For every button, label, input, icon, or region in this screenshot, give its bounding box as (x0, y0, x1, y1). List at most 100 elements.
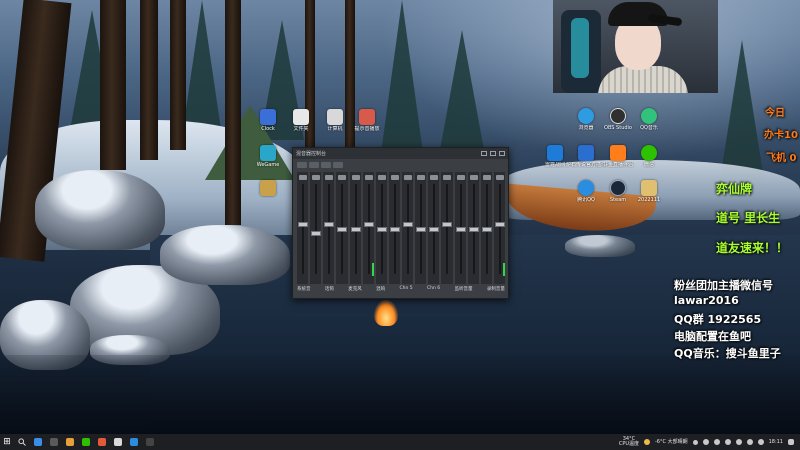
mixer-pan-knob[interactable] (299, 175, 307, 180)
mixer-toolbar (293, 159, 508, 171)
folder-icon (293, 109, 309, 125)
overlay-qq-music: QQ音乐：搜斗鱼里子 (674, 347, 781, 360)
mixer-pan-knob[interactable] (404, 175, 412, 180)
mixer-fader-track (328, 184, 331, 274)
mixer-fader-handle[interactable] (494, 222, 505, 228)
weather-text[interactable]: -6°C 大部晴朗 (655, 439, 688, 445)
desktop-icon-sound-player[interactable]: 提示音播放 (346, 109, 388, 132)
mixer-channel (388, 172, 400, 284)
douyu-icon (610, 145, 626, 161)
taskbar-app-button[interactable] (143, 436, 157, 448)
mixer-fader-handle[interactable] (298, 222, 308, 228)
mixer-toolbar-button[interactable] (309, 162, 319, 168)
notification-icon[interactable] (788, 439, 794, 445)
mixer-pan-knob[interactable] (469, 175, 478, 180)
shortcut-icon (260, 180, 276, 196)
mixer-pan-knob[interactable] (325, 175, 334, 180)
mixer-toolbar-button[interactable] (321, 162, 331, 168)
mixer-channel (297, 172, 309, 284)
taskbar-app-icon (130, 438, 138, 446)
mixer-channel (493, 172, 505, 284)
mixer-fader-handle[interactable] (389, 226, 400, 232)
mixer-pan-knob[interactable] (443, 175, 452, 180)
mixer-channel (375, 172, 387, 284)
minimize-icon[interactable] (481, 151, 487, 156)
mixer-channel-label: 混响 (376, 287, 386, 292)
mixer-channel-label: 录制音量 (486, 287, 505, 292)
mixer-titlebar[interactable]: 混音器控制台 (293, 148, 508, 159)
mixer-channel-label: 麦克风 (348, 287, 362, 292)
desktop-icon-label: WeGame (256, 162, 280, 168)
overlay-dao-name: 道号 里长生 (716, 211, 781, 225)
mixer-window[interactable]: 混音器控制台 系统音 话筒 麦克风 混响 Chn 5 Chn 6 监听音量 录制… (292, 147, 509, 299)
overlay-call-to-action: 道友速来！！ (716, 241, 789, 255)
mixer-fader-track (407, 184, 409, 274)
taskbar-search-icon[interactable] (15, 436, 29, 448)
mixer-pan-knob[interactable] (377, 175, 386, 180)
taskbar-app-button[interactable] (95, 436, 109, 448)
wallpaper-pine (440, 30, 484, 150)
mixer-pan-knob[interactable] (495, 175, 504, 180)
overlay-pc-config: 电脑配置在鱼吧 (674, 330, 751, 343)
mixer-fader-handle[interactable] (403, 222, 413, 228)
taskbar-app-button[interactable] (79, 436, 93, 448)
network-icon[interactable] (735, 439, 742, 445)
mixer-pan-knob[interactable] (456, 175, 465, 180)
taskbar-app-icon (114, 438, 122, 446)
taskbar-app-button[interactable] (47, 436, 61, 448)
mixer-fader-handle[interactable] (442, 222, 453, 228)
taskbar-app-button[interactable] (127, 436, 141, 448)
wallpaper-tree-trunk (140, 0, 158, 160)
taskbar-app-icon (82, 438, 90, 446)
clock-time[interactable]: 18:11 (769, 439, 783, 445)
taskbar-app-button[interactable] (63, 436, 77, 448)
mixer-fader-handle[interactable] (416, 226, 427, 232)
desktop-icon-qqmusic[interactable]: QQ音乐 (628, 108, 670, 131)
input-method-icon[interactable] (757, 439, 764, 445)
wallpaper-rock (160, 225, 290, 285)
cpu-temp-widget[interactable]: 34°C CPU温度 (619, 437, 639, 447)
mixer-channel-label: 监听音量 (454, 287, 473, 292)
mixer-fader-handle[interactable] (311, 230, 322, 236)
system-tray: 34°C CPU温度 -6°C 大部晴朗 18:11 (619, 434, 800, 450)
mixer-pan-knob[interactable] (364, 175, 373, 180)
maximize-icon[interactable] (490, 151, 496, 156)
mixer-toolbar-button[interactable] (333, 162, 343, 168)
mixer-channel (467, 172, 479, 284)
desktop-icon-wegame[interactable]: WeGame (247, 145, 289, 168)
desktop-icon-shortcut[interactable] (247, 180, 289, 197)
mixer-pan-knob[interactable] (430, 175, 439, 180)
mixer-fader-track (446, 184, 449, 274)
mixer-pan-knob[interactable] (390, 175, 399, 180)
webcam-overlay (553, 0, 718, 93)
cpu-temp-label: CPU温度 (618, 441, 639, 447)
mixer-pan-knob[interactable] (338, 175, 347, 180)
tray-app-icon[interactable] (713, 439, 720, 445)
mixer-fader-handle[interactable] (337, 226, 348, 232)
mixer-pan-knob[interactable] (351, 175, 360, 180)
mixer-pan-knob[interactable] (312, 175, 321, 180)
mixer-fader-handle[interactable] (481, 226, 492, 232)
volume-icon[interactable] (746, 439, 753, 445)
desktop-icon-folder-2022[interactable]: 2022111 (628, 180, 670, 203)
mixer-pan-knob[interactable] (482, 175, 491, 180)
mixer-toolbar-button[interactable] (297, 162, 307, 168)
mixer-fader-handle[interactable] (468, 226, 479, 232)
mixer-fader-handle[interactable] (429, 226, 440, 232)
mixer-pan-knob[interactable] (417, 175, 426, 180)
mixer-fader-handle[interactable] (324, 222, 335, 228)
mixer-channel-label: 系统音 (297, 287, 311, 292)
taskbar-app-button[interactable] (111, 436, 125, 448)
desktop-icon-wechat[interactable]: 微信 (628, 145, 670, 168)
mixer-channel (402, 172, 414, 284)
windows-start-icon[interactable]: ⊞ (0, 434, 14, 450)
close-icon[interactable] (499, 151, 505, 156)
mixer-fader-handle[interactable] (350, 226, 361, 232)
taskbar-app-button[interactable] (31, 436, 45, 448)
mixer-fader-handle[interactable] (363, 222, 374, 228)
mixer-fader-handle[interactable] (376, 226, 387, 232)
mixer-fader-handle[interactable] (455, 226, 466, 232)
tray-chevron-icon[interactable] (692, 439, 698, 445)
tray-app-icon[interactable] (724, 439, 731, 445)
tray-app-icon[interactable] (702, 439, 709, 445)
